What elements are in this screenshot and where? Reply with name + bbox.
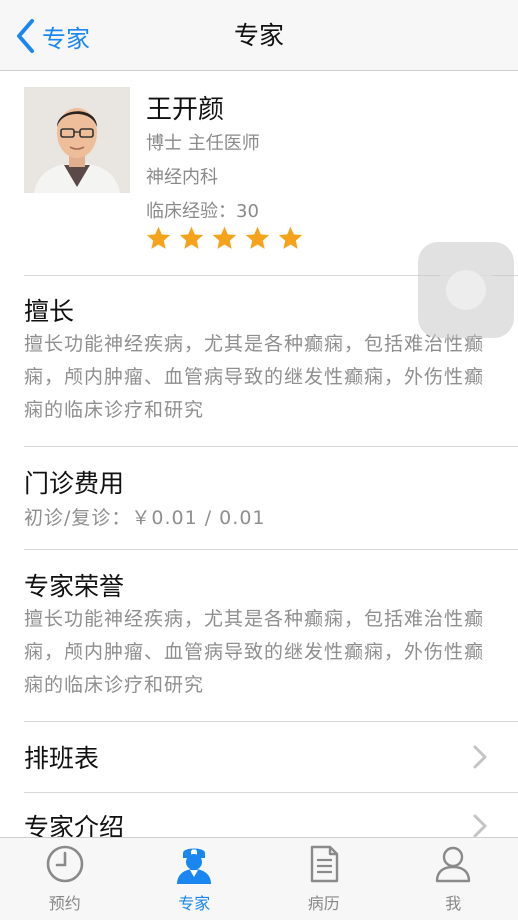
star-icon: [179, 226, 204, 249]
doctor-experience: 临床经验：30: [146, 201, 259, 222]
doctor-icon: [177, 848, 212, 884]
divider: [24, 549, 518, 550]
doctor-title: 博士 主任医师: [146, 133, 260, 154]
page-title: 专家: [233, 21, 284, 50]
schedule-label: 排班表: [24, 744, 100, 773]
fees-section: 门诊费用 初诊/复诊：￥0.01 / 0.01: [24, 468, 494, 535]
fees-heading: 门诊费用: [24, 469, 125, 498]
schedule-row[interactable]: 排班表: [24, 722, 518, 792]
clock-icon: [46, 845, 84, 883]
tab-label: 预约: [48, 894, 81, 913]
honors-text: 擅长功能神经疾病，尤其是各种癫痫，包括难治性癫痫，颅内肿瘤、血管病导致的继发性癫…: [24, 608, 485, 696]
star-icon: [245, 226, 270, 249]
navigation-bar: 专家 专家: [0, 0, 518, 71]
tab-expert[interactable]: 专家: [130, 838, 260, 920]
assistive-touch-button[interactable]: [418, 242, 514, 338]
document-icon: [310, 845, 338, 883]
assistive-ring-inner: [446, 270, 486, 310]
honors-heading: 专家荣誉: [24, 572, 125, 601]
specialty-text: 擅长功能神经疾病，尤其是各种癫痫，包括难治性癫痫，颅内肿瘤、血管病导致的继发性癫…: [24, 333, 485, 421]
doctor-department: 神经内科: [146, 167, 218, 188]
rating-stars: [145, 225, 304, 251]
tab-me[interactable]: 我: [389, 838, 518, 920]
doctor-avatar: [24, 87, 130, 193]
doctor-name: 王开颜: [146, 95, 225, 125]
star-icon: [278, 226, 303, 249]
chevron-right-icon: [473, 745, 487, 769]
star-icon: [212, 226, 237, 249]
tab-bar: 预约 专家 病历 我: [0, 837, 518, 920]
tab-label: 专家: [178, 894, 211, 913]
tab-label: 我: [445, 894, 462, 913]
tab-appointment[interactable]: 预约: [0, 838, 130, 920]
tab-label: 病历: [307, 894, 340, 913]
divider: [24, 446, 518, 447]
star-icon: [146, 226, 171, 249]
tab-records[interactable]: 病历: [259, 838, 389, 920]
honors-section: 专家荣誉 擅长功能神经疾病，尤其是各种癫痫，包括难治性癫痫，颅内肿瘤、血管病导致…: [24, 571, 494, 702]
fees-text: 初诊/复诊：￥0.01 / 0.01: [24, 507, 266, 529]
person-icon: [436, 846, 471, 883]
chevron-right-icon: [473, 814, 487, 838]
